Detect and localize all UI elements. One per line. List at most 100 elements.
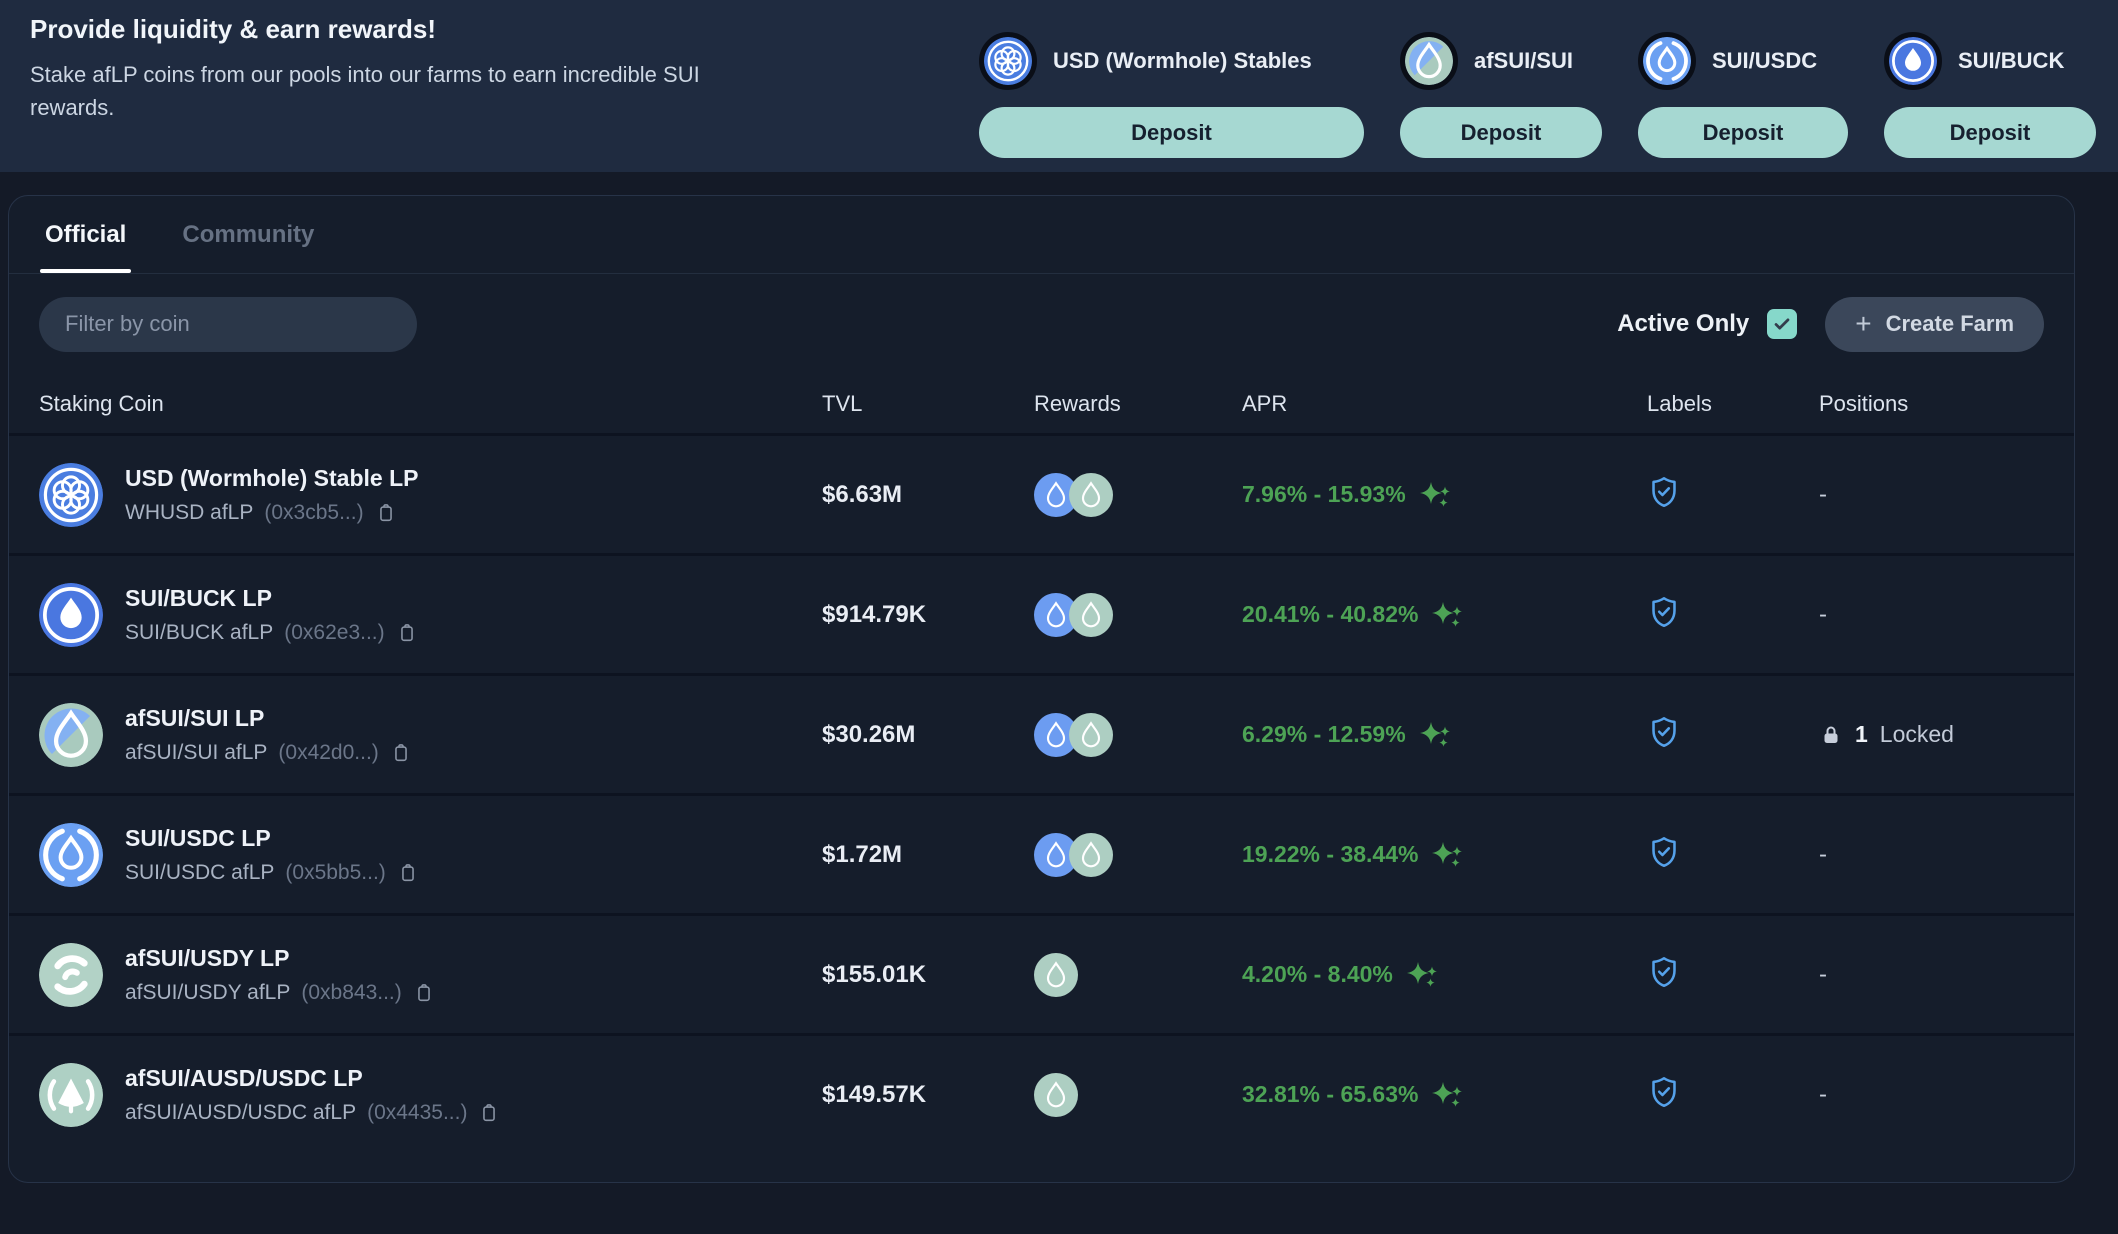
checkmark-icon (1774, 318, 1790, 330)
afsui-reward-icon (1069, 592, 1113, 637)
deposit-card-afsui-sui: afSUI/SUI Deposit (1400, 14, 1602, 172)
coin-name: SUI/USDC LP (125, 824, 271, 851)
tvl-value: $30.26M (822, 720, 916, 748)
col-tvl: TVL (822, 390, 863, 416)
afsui-reward-icon (1069, 832, 1113, 877)
positions-value: - (1819, 1080, 1827, 1108)
coin-symbol: SUI/BUCK afLP (125, 620, 274, 644)
plus-icon: + (1855, 308, 1872, 339)
afsui-ausd-usdc-coin-icon (39, 1062, 103, 1127)
col-apr: APR (1242, 390, 1288, 416)
create-farm-button[interactable]: + Create Farm (1825, 296, 2044, 352)
positions-value: - (1819, 480, 1827, 508)
active-only-checkbox[interactable] (1767, 309, 1798, 339)
apr-range: 7.96% - 15.93% (1242, 481, 1406, 507)
tab-bar: Official Community (9, 196, 2074, 274)
coin-symbol: afSUI/SUI afLP (125, 740, 268, 764)
coin-name: afSUI/SUI LP (125, 704, 265, 731)
deposit-card-name: SUI/USDC (1712, 47, 1818, 73)
table-header: Staking Coin TVL Rewards APR Labels Posi… (9, 374, 2074, 433)
active-only-label: Active Only (1617, 310, 1750, 337)
copy-address-icon[interactable] (390, 742, 412, 764)
copy-address-icon[interactable] (396, 622, 418, 644)
table-row[interactable]: SUI/USDC LP SUI/USDC afLP (0x5bb5...) $1… (9, 793, 2074, 913)
coin-symbol: afSUI/AUSD/USDC afLP (125, 1100, 357, 1124)
apr-range: 32.81% - 65.63% (1242, 1081, 1419, 1107)
filter-row: Active Only + Create Farm (9, 274, 2074, 374)
coin-symbol: afSUI/USDY afLP (125, 980, 291, 1004)
apr-range: 19.22% - 38.44% (1242, 841, 1419, 867)
deposit-card-name: afSUI/SUI (1474, 47, 1574, 73)
sparkles-icon (1406, 961, 1437, 987)
sparkles-icon (1432, 601, 1463, 627)
page-subtitle: Stake afLP coins from our pools into our… (30, 62, 700, 120)
tab-community[interactable]: Community (182, 196, 314, 273)
table-row[interactable]: afSUI/SUI LP afSUI/SUI afLP (0x42d0...) … (9, 673, 2074, 793)
tvl-value: $155.01K (822, 960, 927, 988)
sui-usdc-coin-icon (39, 822, 103, 887)
verified-shield-icon (1652, 596, 1676, 628)
tab-official[interactable]: Official (39, 196, 132, 273)
deposit-button-sui-usdc[interactable]: Deposit (1638, 107, 1848, 158)
deposit-button-sui-buck[interactable]: Deposit (1884, 107, 2096, 158)
afsui-sui-coin-icon (39, 702, 103, 767)
col-positions: Positions (1819, 390, 1909, 416)
locked-count: 1 (1855, 721, 1868, 747)
verified-shield-icon (1652, 716, 1676, 748)
create-farm-label: Create Farm (1885, 311, 2014, 336)
afsui-reward-icon (1034, 1072, 1078, 1117)
verified-shield-icon (1652, 1076, 1676, 1108)
coin-name: afSUI/AUSD/USDC LP (125, 1064, 363, 1091)
afsui-reward-icon (1069, 472, 1113, 517)
sparkles-icon (1432, 841, 1463, 867)
lock-icon (1824, 726, 1838, 743)
table-row[interactable]: afSUI/USDY LP afSUI/USDY afLP (0xb843...… (9, 913, 2074, 1033)
page-title: Provide liquidity & earn rewards! (30, 14, 436, 44)
farms-panel: Official Community Active Only + Create … (8, 195, 2075, 1183)
verified-shield-icon (1652, 836, 1676, 868)
col-labels: Labels (1647, 390, 1712, 416)
wormhole-coin-icon (39, 462, 103, 527)
table-row[interactable]: SUI/BUCK LP SUI/BUCK afLP (0x62e3...) $9… (9, 553, 2074, 673)
positions-value: - (1819, 600, 1827, 628)
deposit-card-sui-buck: SUI/BUCK Deposit (1884, 14, 2096, 172)
deposit-cards: USD (Wormhole) Stables Deposit afSUI/SUI… (979, 14, 2096, 172)
deposit-card-name: SUI/BUCK (1958, 47, 2065, 73)
table-row[interactable]: afSUI/AUSD/USDC LP afSUI/AUSD/USDC afLP … (9, 1033, 2074, 1153)
table-row[interactable]: USD (Wormhole) Stable LP WHUSD afLP (0x3… (9, 433, 2074, 553)
deposit-card-sui-usdc: SUI/USDC Deposit (1638, 14, 1848, 172)
coin-address: (0x42d0...) (278, 740, 379, 764)
apr-range: 6.29% - 12.59% (1242, 721, 1406, 747)
tvl-value: $6.63M (822, 480, 903, 508)
verified-shield-icon (1652, 956, 1676, 988)
deposit-card-name: USD (Wormhole) Stables (1053, 47, 1312, 73)
deposit-button-afsui-sui[interactable]: Deposit (1400, 107, 1602, 158)
tvl-value: $914.79K (822, 600, 927, 628)
coin-address: (0xb843...) (301, 980, 402, 1004)
apr-range: 20.41% - 40.82% (1242, 601, 1419, 627)
apr-range: 4.20% - 8.40% (1242, 961, 1393, 987)
coin-address: (0x4435...) (367, 1100, 468, 1124)
positions-value: - (1819, 960, 1827, 988)
copy-address-icon[interactable] (478, 1102, 500, 1124)
col-rewards: Rewards (1034, 390, 1121, 416)
promo-banner: Provide liquidity & earn rewards! Stake … (0, 0, 2118, 172)
filter-by-coin-input[interactable] (39, 296, 417, 352)
coin-address: (0x3cb5...) (264, 500, 364, 524)
verified-shield-icon (1652, 476, 1676, 508)
copy-address-icon[interactable] (413, 982, 435, 1004)
afsui-reward-icon (1069, 712, 1113, 757)
coin-symbol: WHUSD afLP (125, 500, 254, 524)
sui-buck-coin-icon (39, 582, 103, 647)
coin-name: SUI/BUCK LP (125, 584, 272, 611)
wormhole-coin-icon (979, 31, 1037, 90)
tvl-value: $149.57K (822, 1080, 927, 1108)
afsui-reward-icon (1034, 952, 1078, 997)
sui-usdc-coin-icon (1638, 31, 1696, 90)
deposit-button-usd-wormhole-stables[interactable]: Deposit (979, 107, 1364, 158)
afsui-sui-coin-icon (1400, 31, 1458, 90)
coin-name: afSUI/USDY LP (125, 944, 290, 971)
tvl-value: $1.72M (822, 840, 903, 868)
copy-address-icon[interactable] (397, 862, 419, 884)
copy-address-icon[interactable] (375, 502, 397, 524)
